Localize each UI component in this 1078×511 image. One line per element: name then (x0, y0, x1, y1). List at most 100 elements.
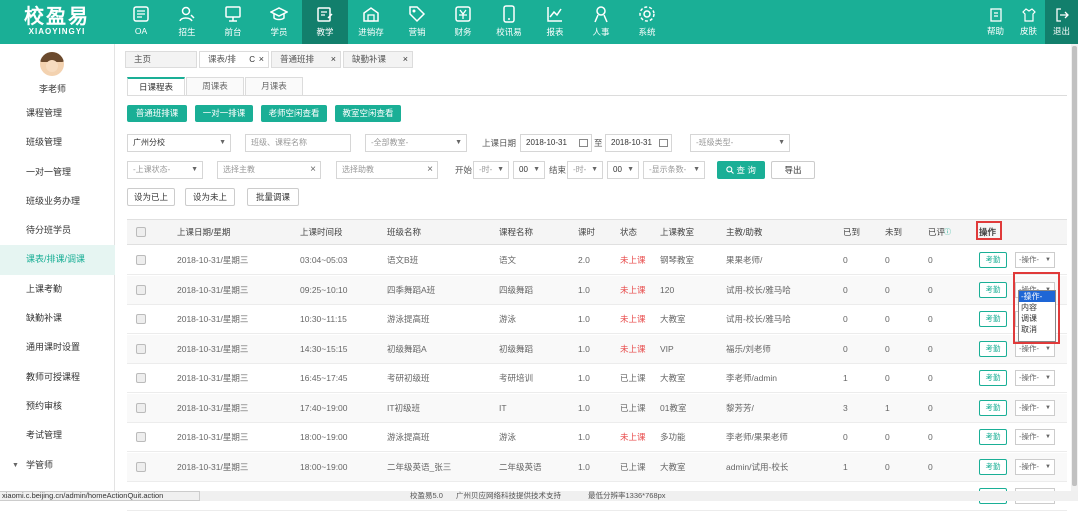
vertical-scrollbar[interactable] (1071, 44, 1078, 491)
help-button[interactable]: 帮助 (979, 0, 1012, 44)
actions-select[interactable]: -操作- ▼ (1015, 399, 1055, 416)
nav-report[interactable]: 报表 (532, 0, 578, 44)
dropdown-option-content[interactable]: 内容 (1019, 302, 1055, 313)
sidebar-item-pending-students[interactable]: 待分班学员 (0, 216, 115, 245)
sidebar-item-teacher-courses[interactable]: 教师可授课程 (0, 363, 115, 392)
nav-hr[interactable]: 人事 (578, 0, 624, 44)
mark-undone-button[interactable]: 设为未上 (185, 188, 235, 206)
status-select[interactable]: -上课状态- ▼ (127, 161, 203, 179)
tab-makeup[interactable]: 缺勤补课 × (343, 51, 413, 68)
close-icon[interactable]: × (331, 52, 336, 67)
sidebar-item-course-management[interactable]: 课程管理 (0, 99, 115, 128)
nav-inventory[interactable]: 进销存 (348, 0, 394, 44)
classroom-free-button[interactable]: 教室空闲查看 (335, 105, 401, 122)
chevron-down-icon: ▼ (533, 166, 540, 173)
start-minute-select[interactable]: 00 ▼ (513, 161, 545, 179)
dropdown-option-default[interactable]: -操作- (1019, 291, 1055, 302)
attendance-button[interactable]: 考勤 (979, 311, 1007, 327)
nav-mobile[interactable]: 校讯易 (486, 0, 532, 44)
attendance-button[interactable]: 考勤 (979, 429, 1007, 445)
clear-icon[interactable]: × (310, 162, 316, 178)
row-checkbox[interactable] (136, 432, 146, 442)
sidebar-item-class-management[interactable]: 班级管理 (0, 128, 115, 157)
teacher-input[interactable]: 选择主教 × (217, 161, 321, 179)
end-minute-select[interactable]: 00 ▼ (607, 161, 639, 179)
tab-weekly[interactable]: 周课表 (186, 77, 244, 95)
date-from-input[interactable]: 2018-10-31 (520, 134, 592, 152)
class-type-select[interactable]: -班级类型- ▼ (690, 134, 790, 152)
row-checkbox[interactable] (136, 343, 146, 354)
row-checkbox[interactable] (136, 373, 146, 383)
branch-select[interactable]: 广州分校 ▼ (127, 134, 231, 152)
course-search-input[interactable]: 班级、课程名称 (245, 134, 351, 152)
attendance-button[interactable]: 考勤 (979, 458, 1007, 475)
close-icon[interactable]: × (259, 52, 264, 67)
nav-teaching[interactable]: 教学 (302, 0, 348, 44)
nav-settings[interactable]: 系统 (624, 0, 670, 44)
actions-select[interactable]: -操作- ▼ (1015, 429, 1055, 445)
nav-marketing[interactable]: 营销 (394, 0, 440, 44)
attendance-button[interactable]: 考勤 (979, 340, 1007, 357)
nav-frontdesk[interactable]: 前台 (210, 0, 256, 44)
start-hour-select[interactable]: -时- ▼ (473, 161, 509, 179)
tab-daily[interactable]: 日课程表 (127, 77, 185, 95)
sidebar-item-booking-review[interactable]: 预约审核 (0, 392, 115, 421)
date-to-input[interactable]: 2018-10-31 (605, 134, 672, 152)
nav-oa[interactable]: OA (118, 0, 164, 44)
header-time: 上课时间段 (300, 227, 343, 237)
chevron-down-icon: ▼ (191, 166, 198, 173)
end-hour-select[interactable]: -时- ▼ (567, 161, 603, 179)
attendance-button[interactable]: 考勤 (979, 370, 1007, 386)
exit-button[interactable]: 退出 (1045, 0, 1078, 44)
close-icon[interactable]: × (403, 52, 408, 67)
nav-recruit[interactable]: 招生 (164, 0, 210, 44)
row-checkbox[interactable] (136, 284, 146, 295)
dropdown-option-cancel[interactable]: 取消 (1019, 324, 1055, 335)
export-button[interactable]: 导出 (771, 161, 815, 179)
search-button[interactable]: 查 询 (717, 161, 765, 179)
actions-select[interactable]: -操作- ▼ (1015, 458, 1055, 475)
sidebar-item-exam-management[interactable]: 考试管理 (0, 421, 115, 450)
refresh-icon[interactable]: C (249, 52, 255, 67)
sidebar-item-one-on-one[interactable]: 一对一管理 (0, 158, 115, 187)
tab-monthly[interactable]: 月课表 (245, 77, 303, 95)
classroom-select[interactable]: -全部教室- ▼ (365, 134, 467, 152)
attendance-button[interactable]: 考勤 (979, 281, 1007, 298)
page-size-select[interactable]: -显示条数- ▼ (643, 161, 705, 179)
skin-button[interactable]: 皮肤 (1012, 0, 1045, 44)
row-checkbox[interactable] (136, 255, 146, 265)
batch-reschedule-button[interactable]: 批量调课 (247, 188, 299, 206)
row-checkbox[interactable] (136, 461, 146, 472)
regular-class-schedule-button[interactable]: 普通班排课 (127, 105, 187, 122)
one-on-one-schedule-button[interactable]: 一对一排课 (195, 105, 253, 122)
cell-class: 语文B班 (387, 255, 419, 265)
tab-home[interactable]: 主页 (125, 51, 197, 68)
tab-class-schedule[interactable]: 普通班排 × (271, 51, 341, 68)
actions-select[interactable]: -操作- ▼ (1015, 252, 1055, 268)
nav-student[interactable]: 学员 (256, 0, 302, 44)
clear-icon[interactable]: × (427, 162, 433, 178)
sidebar-item-hours-settings[interactable]: 通用课时设置 (0, 333, 115, 362)
scrollbar-thumb[interactable] (1072, 46, 1077, 486)
dropdown-option-reschedule[interactable]: 调课 (1019, 313, 1055, 324)
tab-schedule[interactable]: 课表/排 C × (199, 51, 269, 68)
sidebar-item-schedule[interactable]: 课表/排课/调课 (0, 245, 115, 275)
assistant-input[interactable]: 选择助教 × (336, 161, 438, 179)
sidebar-item-class-business[interactable]: 班级业务办理 (0, 187, 115, 216)
attendance-button[interactable]: 考勤 (979, 399, 1007, 416)
nav-finance[interactable]: 财务 (440, 0, 486, 44)
sidebar-item-attendance[interactable]: 上课考勤 (0, 275, 115, 304)
row-checkbox[interactable] (136, 402, 146, 413)
sidebar-item-makeup[interactable]: 缺勤补课 (0, 304, 115, 333)
mark-done-button[interactable]: 设为已上 (127, 188, 175, 206)
select-all-checkbox[interactable] (136, 227, 146, 237)
row-checkbox[interactable] (136, 314, 146, 324)
actions-select[interactable]: -操作- ▼ (1015, 370, 1055, 386)
sidebar-item-academic-advisor[interactable]: ▼ 学管师 (0, 451, 115, 480)
cell-evaluated: 0 (928, 402, 933, 413)
cell-course: 语文 (499, 255, 517, 265)
attendance-button[interactable]: 考勤 (979, 252, 1007, 268)
cell-teacher: 果果老师/ (726, 255, 763, 265)
help-icon (989, 8, 1002, 22)
teacher-free-button[interactable]: 老师空闲查看 (261, 105, 327, 122)
